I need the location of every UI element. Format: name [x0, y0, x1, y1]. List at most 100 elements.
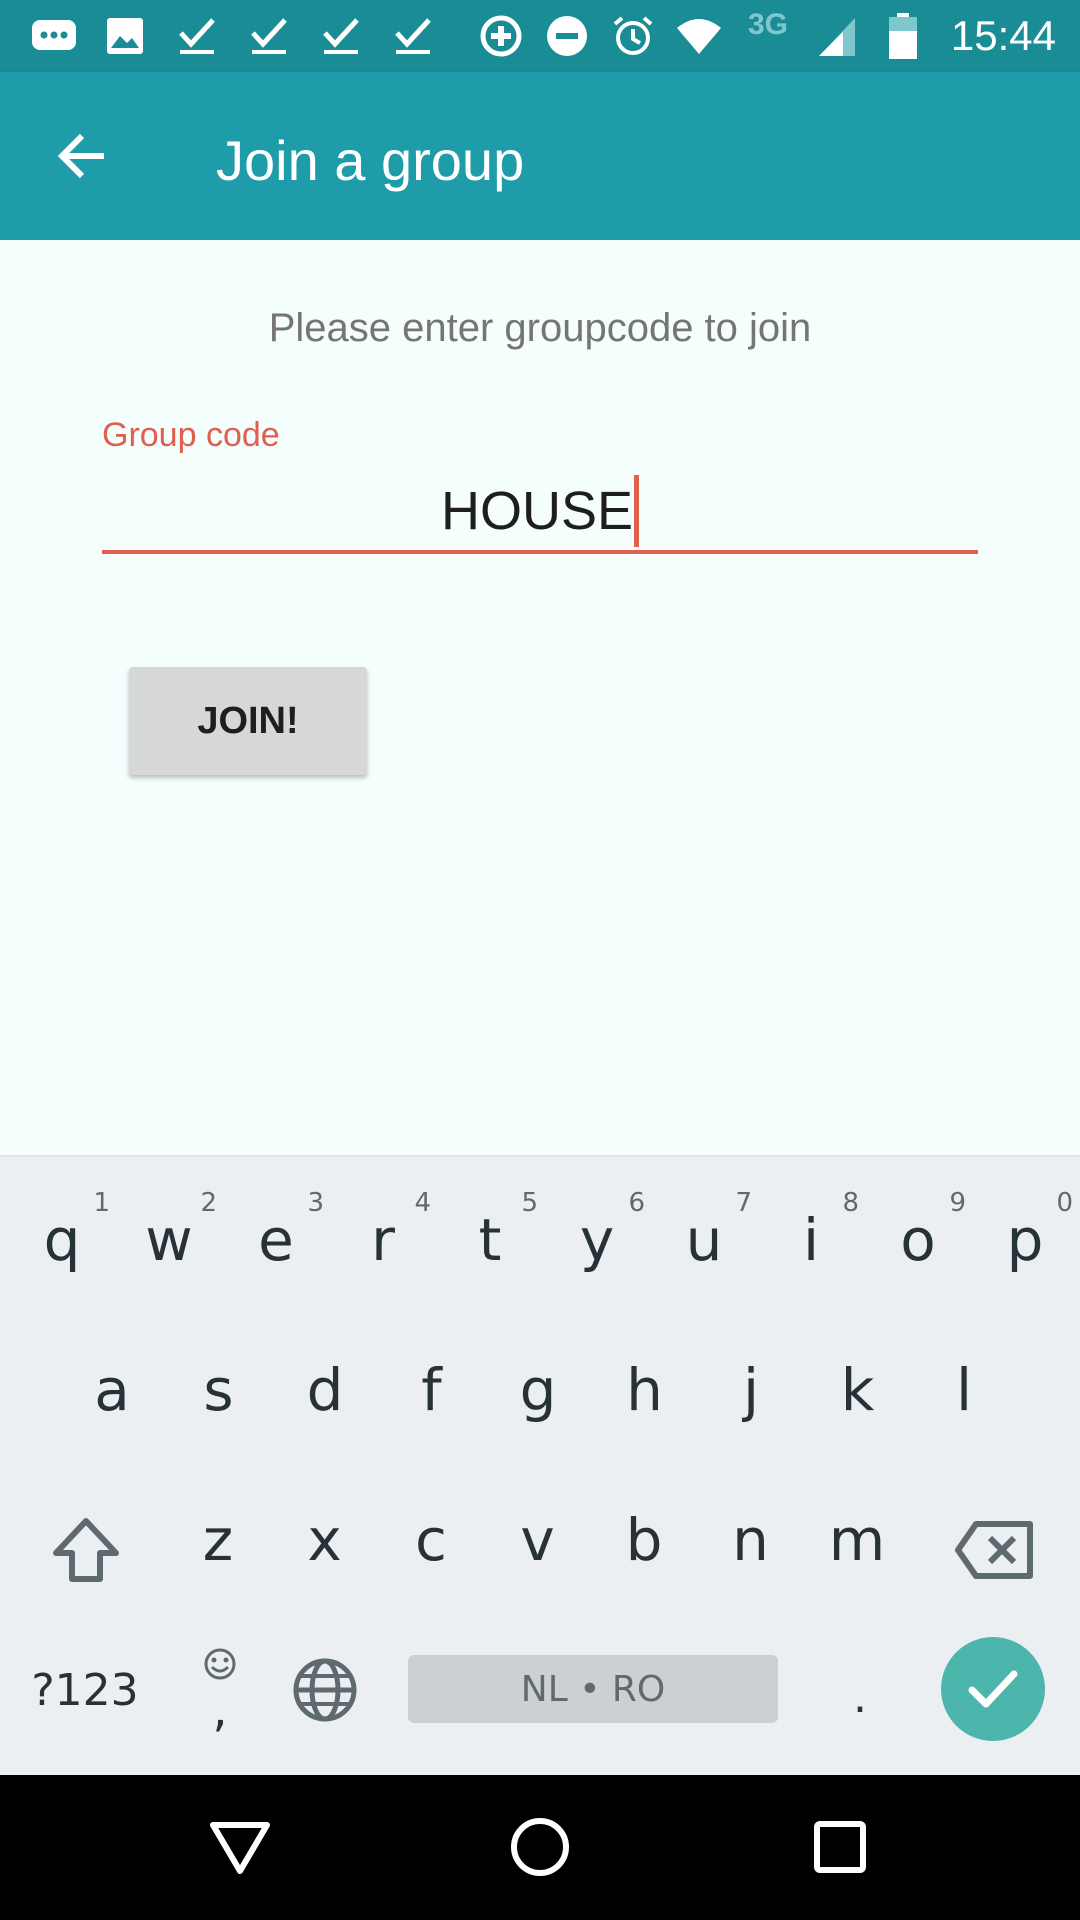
instruction-text: Please enter groupcode to join	[268, 306, 812, 350]
comma-key[interactable]: ,	[180, 1640, 260, 1740]
navigation-bar	[0, 1775, 1080, 1920]
key[interactable]: p0	[975, 1180, 1075, 1300]
key-label: c	[415, 1506, 447, 1574]
check-icon	[968, 1670, 1018, 1708]
key[interactable]: c	[381, 1480, 481, 1600]
key[interactable]: x	[275, 1480, 375, 1600]
comma-label: ,	[212, 1682, 228, 1738]
key-label: v	[520, 1506, 555, 1574]
key-label: i	[802, 1206, 820, 1274]
period-key[interactable]: .	[820, 1650, 900, 1730]
key-label: q	[43, 1206, 81, 1274]
key-hint: 6	[628, 1188, 645, 1218]
key[interactable]: j	[701, 1330, 801, 1450]
key-label: r	[371, 1206, 395, 1274]
group-code-input[interactable]: HOUSE	[102, 472, 978, 550]
key[interactable]: r4	[333, 1180, 433, 1300]
key-hint: 3	[307, 1188, 324, 1218]
key[interactable]: n	[701, 1480, 801, 1600]
page-title: Join a group	[216, 129, 525, 192]
join-group-form: Please enter groupcode to join Group cod…	[0, 240, 1080, 1155]
key-label: f	[421, 1356, 442, 1424]
key-label: y	[579, 1206, 615, 1274]
clock: 15:44	[950, 12, 1056, 59]
key[interactable]: o9	[868, 1180, 968, 1300]
key-label: t	[478, 1206, 502, 1274]
key[interactable]: t5	[440, 1180, 540, 1300]
key-hint: 7	[735, 1188, 752, 1218]
emoji-icon	[204, 1648, 236, 1680]
key[interactable]: m	[807, 1480, 907, 1600]
key-label: s	[203, 1356, 234, 1424]
key[interactable]: s	[169, 1330, 269, 1450]
battery-icon	[878, 12, 928, 60]
key-hint: 1	[93, 1188, 110, 1218]
status-bar: 3G 15:44	[0, 0, 1080, 72]
language-key[interactable]	[280, 1640, 370, 1740]
key[interactable]: v	[488, 1480, 588, 1600]
group-code-label: Group code	[102, 416, 280, 454]
key-label: u	[685, 1206, 723, 1274]
key-hint: 9	[949, 1188, 966, 1218]
nav-home-button[interactable]	[490, 1797, 590, 1897]
recents-square-icon	[814, 1821, 866, 1873]
key[interactable]: b	[594, 1480, 694, 1600]
group-code-field[interactable]: HOUSE	[102, 472, 978, 554]
key[interactable]: i8	[761, 1180, 861, 1300]
signal-icon	[812, 12, 862, 60]
globe-icon	[293, 1658, 357, 1722]
nav-recents-button[interactable]	[790, 1797, 890, 1897]
key[interactable]: y6	[547, 1180, 647, 1300]
enter-key[interactable]	[941, 1637, 1045, 1741]
key[interactable]: u7	[654, 1180, 754, 1300]
key-label: n	[732, 1506, 769, 1574]
arrow-back-icon	[57, 133, 104, 179]
text-cursor	[634, 474, 640, 547]
check-icon	[388, 12, 438, 60]
check-icon	[244, 12, 294, 60]
key-label: h	[626, 1356, 663, 1424]
key[interactable]: g	[488, 1330, 588, 1450]
key[interactable]: q1	[12, 1180, 112, 1300]
key[interactable]: a	[62, 1330, 162, 1450]
key[interactable]: w2	[119, 1180, 219, 1300]
key[interactable]: d	[275, 1330, 375, 1450]
data-saver-icon	[476, 12, 526, 60]
symbols-key[interactable]: ?123	[20, 1650, 150, 1730]
key-label: o	[900, 1206, 936, 1274]
key-label: g	[519, 1356, 557, 1424]
key-hint: 0	[1056, 1188, 1073, 1218]
key-hint: 4	[414, 1188, 431, 1218]
backspace-icon	[955, 1521, 1033, 1579]
key-label: p	[1006, 1206, 1044, 1274]
space-bar[interactable]: NL • RO	[408, 1655, 778, 1723]
check-icon	[316, 12, 366, 60]
key[interactable]: z	[168, 1480, 268, 1600]
wifi-icon	[674, 12, 724, 60]
network-type-label: 3G	[748, 8, 789, 41]
image-icon	[100, 12, 150, 60]
key-hint: 2	[200, 1188, 217, 1218]
backspace-key[interactable]	[944, 1500, 1044, 1600]
key-label: b	[625, 1506, 663, 1574]
key[interactable]: h	[595, 1330, 695, 1450]
key-label: k	[840, 1356, 875, 1424]
join-button[interactable]: JOIN!	[129, 667, 367, 775]
key[interactable]: f	[382, 1330, 482, 1450]
key-label: m	[828, 1506, 886, 1574]
back-button[interactable]	[40, 114, 124, 198]
key-label: l	[955, 1356, 973, 1424]
key-label: z	[202, 1506, 234, 1574]
key[interactable]: l	[914, 1330, 1014, 1450]
key-hint: 8	[842, 1188, 859, 1218]
group-code-value: HOUSE	[440, 481, 634, 541]
nav-back-button[interactable]	[190, 1797, 290, 1897]
check-icon	[172, 12, 222, 60]
key-label: d	[306, 1356, 344, 1424]
key-label: x	[307, 1506, 342, 1574]
alarm-icon	[608, 12, 658, 60]
home-circle-icon	[511, 1818, 569, 1876]
key[interactable]: k	[808, 1330, 908, 1450]
shift-key[interactable]	[36, 1500, 136, 1600]
key[interactable]: e3	[226, 1180, 326, 1300]
